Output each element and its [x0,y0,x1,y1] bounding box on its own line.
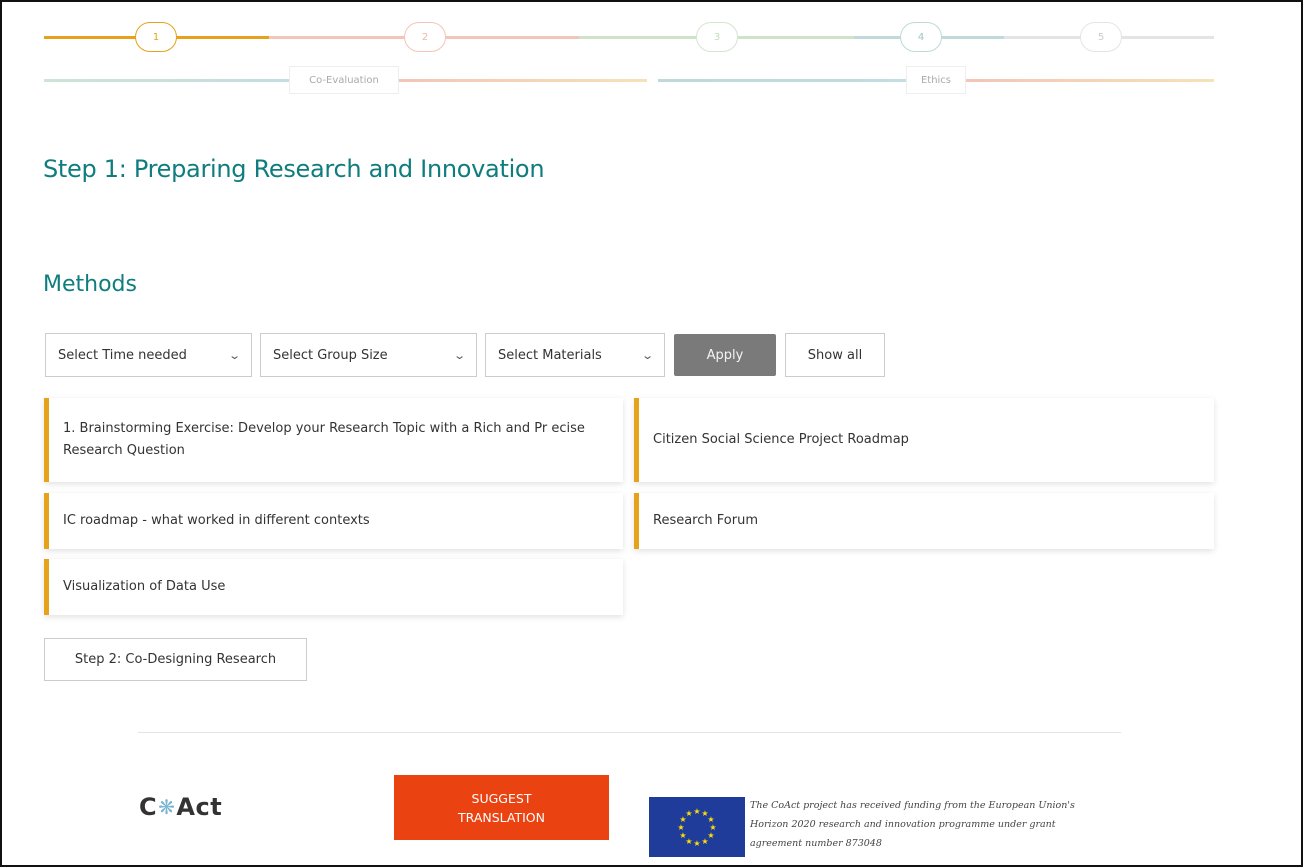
phase-line [966,79,1214,82]
eu-flag-icon: ★ ★ ★ ★ ★ ★ ★ ★ ★ ★ ★ ★ [649,797,745,857]
step-1[interactable]: 1 [135,22,177,52]
method-card-title: Research Forum [653,513,758,528]
step-2[interactable]: 2 [404,22,446,52]
chevron-down-icon: ⌄ [227,348,241,362]
eu-stars-icon: ★ ★ ★ ★ ★ ★ ★ ★ ★ ★ ★ ★ [677,807,716,848]
footer-divider [138,732,1121,733]
method-card[interactable]: Citizen Social Science Project Roadmap [634,398,1214,482]
method-card-title: Visualization of Data Use [63,579,226,594]
suggest-line-1: SUGGEST [471,790,532,806]
apply-button[interactable]: Apply [674,334,776,376]
svg-text:★: ★ [693,839,700,848]
time-needed-select-label: Select Time needed [58,347,187,363]
materials-select[interactable]: Select Materials ⌄ [485,333,665,377]
method-card[interactable]: IC roadmap - what worked in different co… [44,493,623,549]
method-card[interactable]: Research Forum [634,493,1214,549]
phase-line [658,79,906,82]
suggest-line-2: TRANSLATION [458,809,545,825]
method-card-title: 1. Brainstorming Exercise: Develop your … [63,421,585,458]
materials-select-label: Select Materials [498,347,602,363]
svg-text:★: ★ [701,837,708,846]
next-step-button[interactable]: Step 2: Co-Designing Research [44,638,307,681]
group-size-select[interactable]: Select Group Size ⌄ [260,333,477,377]
chevron-down-icon: ⌄ [640,348,654,362]
method-card[interactable]: Visualization of Data Use [44,559,623,615]
time-needed-select[interactable]: Select Time needed ⌄ [45,333,252,377]
phase-label-co-evaluation[interactable]: Co-Evaluation [289,66,399,94]
suggest-translation-button[interactable]: SUGGEST TRANSLATION [394,775,609,840]
svg-text:★: ★ [685,809,692,818]
chevron-down-icon: ⌄ [452,348,466,362]
phase-label-ethics[interactable]: Ethics [906,66,966,94]
svg-text:★: ★ [679,831,686,840]
svg-text:★: ★ [693,807,700,816]
step-4[interactable]: 4 [900,22,942,52]
asterisk-icon: ❋ [158,795,176,819]
step-5[interactable]: 5 [1080,22,1122,52]
method-card-title: Citizen Social Science Project Roadmap [653,432,909,447]
phase-line [44,79,289,82]
methods-heading: Methods [43,272,137,297]
group-size-select-label: Select Group Size [273,347,388,363]
step-3[interactable]: 3 [696,22,738,52]
coact-logo[interactable]: C ❋ Act [139,793,222,821]
logo-text-left: C [139,793,158,821]
show-all-button[interactable]: Show all [785,333,885,377]
method-card[interactable]: 1. Brainstorming Exercise: Develop your … [44,398,623,482]
progress-stepper: 1 2 3 4 5 Co-Evaluation Ethics [44,16,1214,96]
phase-line [399,79,647,82]
svg-text:★: ★ [677,823,684,832]
page-title: Step 1: Preparing Research and Innovatio… [43,155,545,183]
funding-notice: The CoAct project has received funding f… [750,800,1075,849]
logo-text-right: Act [176,793,223,821]
method-card-title: IC roadmap - what worked in different co… [63,513,370,528]
